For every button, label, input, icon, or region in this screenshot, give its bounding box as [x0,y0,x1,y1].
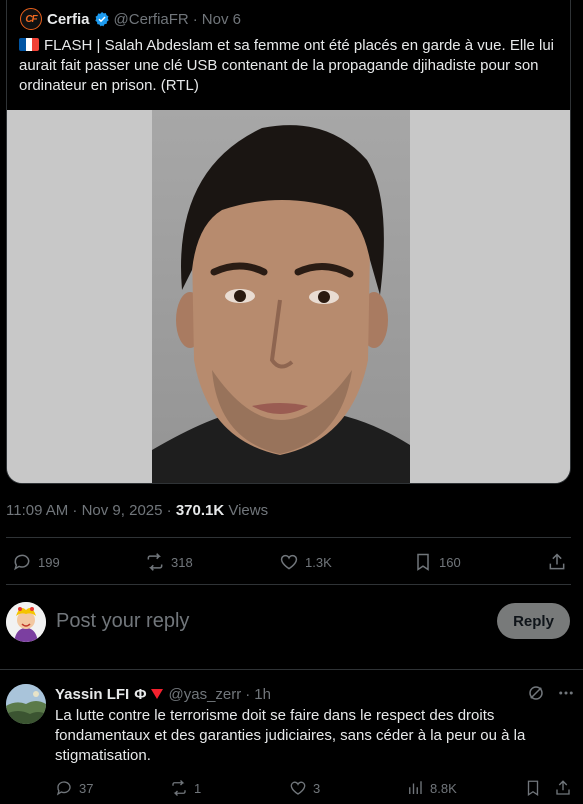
reply-time[interactable]: 1h [254,686,271,703]
reply-like-action[interactable]: 3 [289,774,320,802]
mugshot-photo [152,110,410,483]
reply-count: 199 [38,554,60,570]
share-action[interactable] [547,548,573,576]
post-timestamp[interactable]: 11:09 AM · Nov 9, 2025 · [6,502,176,519]
views-label: Views [224,502,269,519]
reply-action-bar: 37 1 3 8.8K [0,774,583,802]
repost-icon [172,780,186,796]
like-count: 3 [313,780,321,796]
post-meta: 11:09 AM · Nov 9, 2025 · 370.1K Views [6,502,268,519]
reply-views-action[interactable]: 8.8K [406,774,457,802]
user-avatar-image [6,602,46,642]
reply-bubble-icon [56,781,71,796]
quoted-tweet-text: FLASH | Salah Abdeslam et sa femme ont é… [19,36,564,96]
author-name[interactable]: Cerfia [47,11,90,28]
repost-icon [147,553,163,571]
post-action-bar: 199 318 1.3K 160 [0,548,583,576]
analytics-icon [409,781,422,794]
reply-action[interactable]: 199 [12,548,60,576]
reply-author-avatar[interactable] [6,684,46,724]
tweet-photo[interactable] [7,110,570,483]
separator-dot: · [192,10,198,28]
author-handle[interactable]: @CerfiaFR [114,11,189,28]
reply-input[interactable]: Post your reply [56,610,189,633]
divider [6,584,571,585]
portrait-illustration [152,125,410,483]
bookmark-icon [417,553,429,571]
like-action[interactable]: 1.3K [279,548,332,576]
reply-reply-action[interactable]: 37 [55,774,93,802]
heart-icon [280,554,298,570]
bookmark-action[interactable]: 160 [413,548,461,576]
reply-repost-action[interactable]: 1 [170,774,201,802]
bookmark-count: 160 [439,554,461,570]
reply-button[interactable]: Reply [497,603,570,639]
user-avatar[interactable] [6,602,46,642]
reply-author-handle[interactable]: @yas_zerr [169,686,242,703]
reply-top-icons [527,684,575,702]
repost-count: 1 [194,780,202,796]
red-triangle-icon [150,689,163,699]
repost-count: 318 [171,554,193,570]
reply-count: 37 [79,780,94,796]
quoted-tweet-card[interactable]: CF Cerfia @CerfiaFR · Nov 6 FLASH | Sala… [6,0,571,484]
repost-action[interactable]: 318 [145,548,193,576]
share-icon [556,780,570,795]
france-flag-icon [19,38,39,51]
reply-author-name[interactable]: Yassin LFI [55,686,129,703]
quoted-tweet-body: FLASH | Salah Abdeslam et sa femme ont é… [19,37,555,94]
grok-icon[interactable] [527,684,545,702]
views-count: 8.8K [430,780,457,796]
reply-text: La lutte contre le terrorisme doit se fa… [55,707,526,764]
reply-bookmark-action[interactable] [524,774,548,802]
photo-margin-right [410,110,570,483]
divider [6,537,571,538]
more-options-icon[interactable] [557,684,575,702]
like-count: 1.3K [305,554,332,570]
share-icon [549,553,565,570]
divider [0,669,583,670]
avatar-logo-text: CF [25,13,37,25]
separator-dot: · [245,685,251,703]
reply-header: Yassin LFI Φ @yas_zerr · 1h [55,684,271,704]
views-count: 370.1K [175,502,225,519]
name-symbol: Φ [134,685,147,703]
cerfia-avatar[interactable]: CF [20,8,42,30]
bookmark-icon [527,780,539,797]
reply-bubble-icon [14,554,30,571]
quoted-tweet-header: CF Cerfia @CerfiaFR · Nov 6 [20,8,241,30]
photo-margin-left [7,110,152,483]
verified-badge-icon [94,12,109,27]
landscape-avatar-image [6,684,46,724]
heart-icon [290,781,306,795]
post-date[interactable]: Nov 6 [202,11,241,28]
reply-share-action[interactable] [554,774,578,802]
